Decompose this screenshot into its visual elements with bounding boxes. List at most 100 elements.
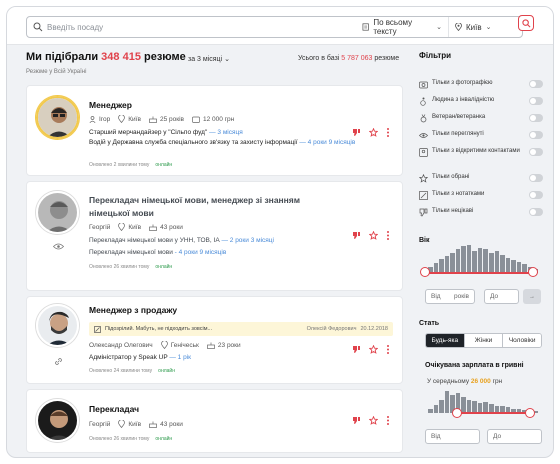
more-vertical-icon[interactable] xyxy=(386,128,390,137)
toggle[interactable] xyxy=(529,174,543,182)
resume-title[interactable]: Менеджер xyxy=(89,100,132,110)
city-select[interactable]: Київ ⌄ xyxy=(448,17,505,37)
filters-panel: Фільтри Тільки з фотографією Людина з ін… xyxy=(419,51,543,217)
card-footer: Оновлено 2 хвилини тому онлайн xyxy=(89,162,173,168)
resume-card[interactable]: Менеджер Ігор Київ 25 років 12 000 грн С… xyxy=(26,85,403,176)
salary-histogram xyxy=(428,391,538,413)
filter-notes[interactable]: Тільки з нотатками xyxy=(419,191,543,201)
toggle[interactable] xyxy=(529,191,543,199)
note-icon xyxy=(419,191,428,200)
filter-viewed[interactable]: Тільки переглянуті xyxy=(419,131,543,141)
resume-title[interactable]: Перекладач xyxy=(89,404,139,414)
city-label: Київ xyxy=(466,22,482,32)
resume-title[interactable]: Перекладач німецької мови, менеджер зі з… xyxy=(89,194,339,220)
document-icon xyxy=(362,23,369,31)
avatar xyxy=(36,399,79,442)
chevron-down-icon: ⌄ xyxy=(224,56,230,63)
toggle[interactable] xyxy=(529,80,543,88)
more-vertical-icon[interactable] xyxy=(386,345,390,354)
location-pin-icon xyxy=(455,23,462,31)
resume-card[interactable]: Перекладач німецької мови, менеджер зі з… xyxy=(26,181,403,291)
age-to-input[interactable]: До xyxy=(484,289,519,304)
card-footer: Оновлено 24 хвилини тому онлайн xyxy=(89,368,175,374)
filters-title: Фільтри xyxy=(419,51,452,60)
thumb-down-icon[interactable] xyxy=(352,416,361,425)
card-footer: Оновлено 26 хвилин тому онлайн xyxy=(89,264,173,270)
more-vertical-icon[interactable] xyxy=(386,231,390,240)
star-icon[interactable] xyxy=(369,345,378,354)
age-apply-button[interactable]: → xyxy=(523,289,541,304)
age-from-input[interactable]: Від років xyxy=(425,289,475,304)
card-actions xyxy=(352,416,390,425)
salary-to-input[interactable]: До xyxy=(487,429,542,444)
filter-veteran[interactable]: Ветеран/ветеранка xyxy=(419,114,543,124)
toggle[interactable] xyxy=(529,208,543,216)
gender-title: Стать xyxy=(419,320,440,327)
salary-min-handle[interactable] xyxy=(452,408,462,418)
search-icon xyxy=(33,22,43,32)
salary-average: У середньому 26 000 грн xyxy=(427,378,503,385)
card-actions xyxy=(352,128,390,137)
experience-line: Перекладач німецької мови у УНН, ТОВ, ІА… xyxy=(89,237,274,244)
salary-max-handle[interactable] xyxy=(525,408,535,418)
location-pin-icon xyxy=(118,115,126,123)
resume-card[interactable]: Перекладач Георгій Київ 43 роки Оновлено… xyxy=(26,389,403,453)
age-range-track[interactable] xyxy=(427,272,537,274)
link-icon xyxy=(55,358,62,365)
filter-favorites[interactable]: Тільки обрані xyxy=(419,174,543,184)
salary-from-input[interactable]: Від xyxy=(425,429,480,444)
scope-select[interactable]: По всьому тексту ⌄ xyxy=(356,17,448,37)
thumb-down-icon[interactable] xyxy=(352,345,361,354)
medal-icon xyxy=(420,114,427,123)
avatar xyxy=(36,96,79,139)
chevron-down-icon: ⌄ xyxy=(485,24,492,31)
gender-segmented-control[interactable]: Будь-яка Жінки Чоловіки xyxy=(425,333,542,348)
resume-meta: Георгій Київ 43 роки xyxy=(89,420,183,428)
gender-option-men[interactable]: Чоловіки xyxy=(502,334,541,347)
filter-contacts[interactable]: Тільки з відкритими контактами xyxy=(419,148,543,164)
card-footer: Оновлено 26 хвилин тому онлайн xyxy=(89,436,173,442)
card-actions xyxy=(352,345,390,354)
note-author: Олексій Федорович xyxy=(306,326,357,332)
location-pin-icon xyxy=(118,223,126,231)
more-vertical-icon[interactable] xyxy=(386,416,390,425)
search-icon xyxy=(521,18,530,27)
thumb-down-icon[interactable] xyxy=(352,231,361,240)
toggle[interactable] xyxy=(529,131,543,139)
toggle[interactable] xyxy=(529,148,543,156)
resume-title[interactable]: Менеджер з продажу xyxy=(89,305,177,315)
resume-meta: Георгій Київ 43 роки xyxy=(89,223,183,231)
cake-icon xyxy=(149,224,157,231)
search-input[interactable]: Введіть посаду xyxy=(47,23,356,32)
resume-card[interactable]: Менеджер з продажу Підозрілий. Мабуть, н… xyxy=(26,296,403,384)
search-bar[interactable]: Введіть посаду По всьому тексту ⌄ Київ ⌄ xyxy=(26,16,523,38)
star-icon[interactable] xyxy=(369,231,378,240)
online-status: онлайн xyxy=(155,436,173,442)
filter-photo[interactable]: Тільки з фотографією xyxy=(419,80,543,90)
toggle[interactable] xyxy=(529,114,543,122)
note-date: 20.12.2018 xyxy=(360,326,388,332)
app-frame: Введіть посаду По всьому тексту ⌄ Київ ⌄… xyxy=(6,6,554,458)
period-select[interactable]: за 3 місяці ⌄ xyxy=(188,55,230,63)
filter-uninteresting[interactable]: Тільки нецікаві xyxy=(419,208,543,218)
age-max-handle[interactable] xyxy=(528,267,538,277)
online-status: онлайн xyxy=(158,368,175,374)
toggle[interactable] xyxy=(529,97,543,105)
resume-meta: Олександр Олегович Генічеськ 23 роки xyxy=(89,341,241,349)
experience-line: Водій у Державна служба спеціального зв'… xyxy=(89,139,356,146)
star-icon[interactable] xyxy=(369,416,378,425)
thumb-down-icon xyxy=(419,208,428,217)
online-status: онлайн xyxy=(155,264,173,270)
card-actions xyxy=(352,231,390,240)
cake-icon xyxy=(207,342,215,349)
cake-icon xyxy=(149,421,157,428)
user-icon xyxy=(89,115,96,123)
thumb-down-icon[interactable] xyxy=(352,128,361,137)
gender-option-any[interactable]: Будь-яка xyxy=(426,334,464,347)
age-min-handle[interactable] xyxy=(420,267,430,277)
search-button[interactable] xyxy=(518,15,534,31)
filter-disability[interactable]: Людина з інвалідністю xyxy=(419,97,543,107)
star-icon[interactable] xyxy=(369,128,378,137)
salary-range-track[interactable] xyxy=(456,412,532,414)
gender-option-women[interactable]: Жінки xyxy=(463,334,503,347)
